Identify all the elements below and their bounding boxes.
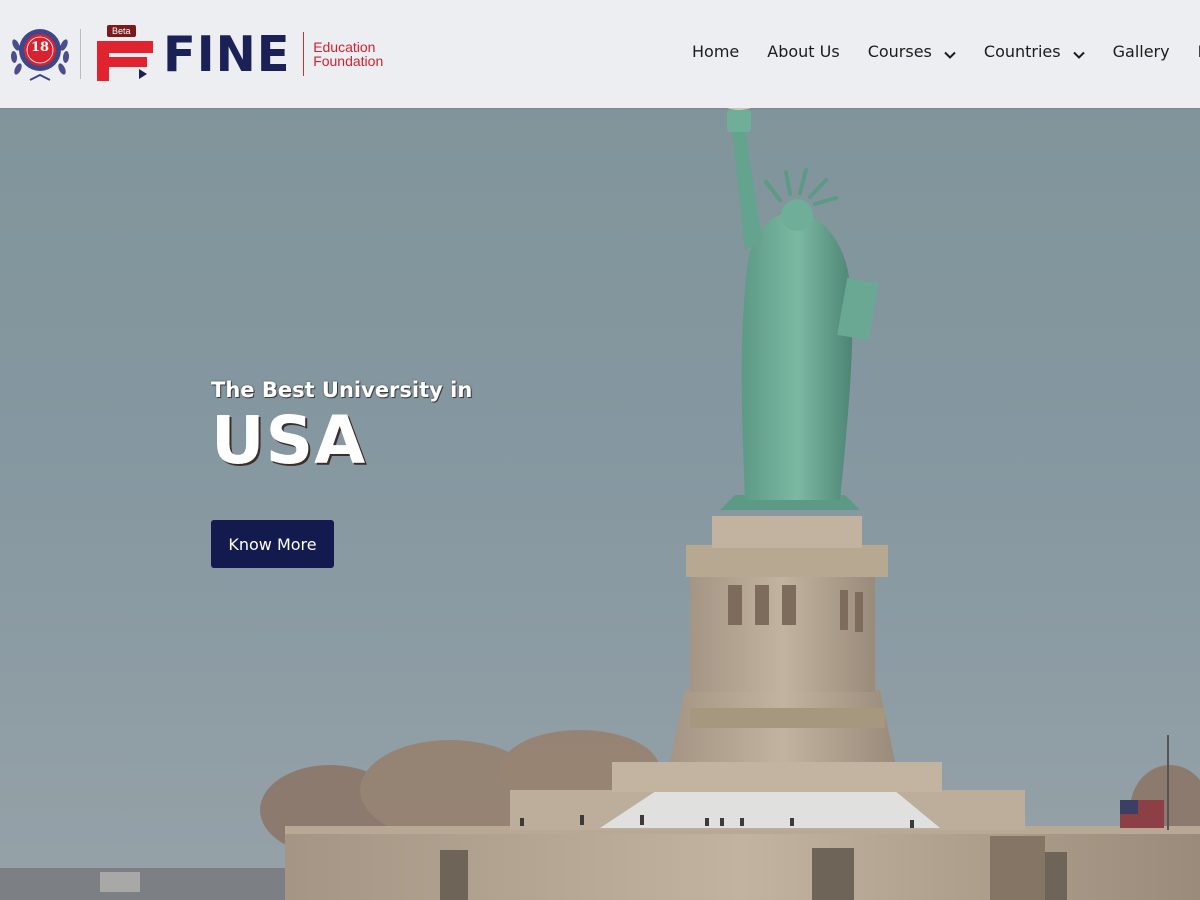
- brand-logo[interactable]: 18 Beta FINE Education Foundation: [10, 22, 383, 86]
- main-nav: Home About Us Courses Countries Gallery …: [692, 42, 1200, 61]
- hero-content: The Best University in USA Know More: [211, 378, 473, 568]
- tagline-line-2: Foundation: [313, 53, 384, 69]
- nav-courses[interactable]: Courses: [868, 42, 956, 61]
- know-more-button[interactable]: Know More: [211, 520, 334, 568]
- hero-title: USA: [211, 402, 367, 479]
- chevron-down-icon: [944, 46, 956, 59]
- statue-of-liberty-image: [0, 0, 1200, 900]
- nav-about-us[interactable]: About Us: [767, 42, 839, 61]
- seal-number: 18: [30, 40, 50, 55]
- logo-divider: [80, 29, 81, 79]
- chevron-down-icon: [1072, 46, 1085, 59]
- nav-home[interactable]: Home: [692, 42, 739, 61]
- site-header: 18 Beta FINE Education Foundation Home A…: [0, 0, 1200, 108]
- brand-name: FINE: [163, 25, 291, 83]
- nav-countries-label: Countries: [983, 42, 1061, 61]
- hero-subtitle: The Best University in: [211, 378, 473, 402]
- nav-gallery[interactable]: Gallery: [1113, 42, 1170, 61]
- brand-tagline: Education Foundation: [313, 40, 383, 68]
- beta-badge: Beta: [107, 25, 136, 37]
- nav-about-us-label: About Us: [767, 42, 840, 61]
- brand-divider: [303, 32, 305, 76]
- nav-courses-label: Courses: [867, 42, 932, 61]
- hero-background: [0, 0, 1200, 900]
- tagline-line-1: Education: [313, 39, 376, 55]
- anniversary-seal-icon: 18: [10, 23, 70, 85]
- nav-countries[interactable]: Countries: [984, 42, 1085, 61]
- fine-flag-icon: Beta: [95, 23, 157, 85]
- nav-home-label: Home: [692, 42, 740, 61]
- nav-gallery-label: Gallery: [1112, 42, 1170, 61]
